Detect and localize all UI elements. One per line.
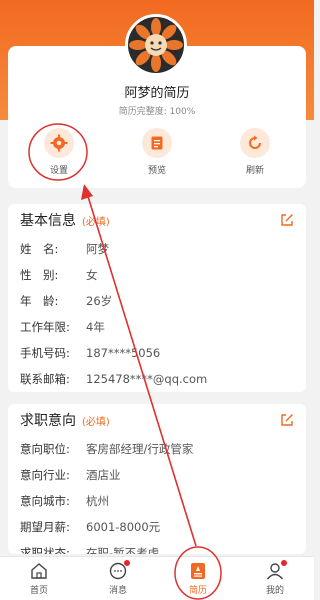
row-value: 客房部经理/行政管家 bbox=[86, 442, 194, 456]
basic-info-section: 基本信息 (必填) 姓 名: 阿梦 性 别: 女 年 龄: 26岁 工作年限: 4年 手… bbox=[8, 204, 306, 392]
edit-icon[interactable] bbox=[280, 413, 294, 427]
required-tag: (必填) bbox=[82, 416, 110, 428]
row-key: 意向城市: bbox=[20, 494, 70, 508]
action-row: 设置 预览 刷新 bbox=[8, 128, 306, 182]
tab-messages[interactable]: 消息 bbox=[88, 560, 148, 596]
settings-button[interactable]: 设置 bbox=[29, 128, 89, 176]
resume-completeness: 简历完整度: 100% bbox=[118, 107, 196, 117]
tab-label: 我的 bbox=[265, 586, 284, 596]
info-row-age: 年 龄: 26岁 bbox=[8, 288, 306, 314]
preview-button[interactable]: 预览 bbox=[127, 128, 187, 176]
row-value: 26岁 bbox=[86, 294, 113, 308]
info-row-phone: 手机号码: 187****5056 bbox=[8, 340, 306, 366]
intent-row-salary: 期望月薪: 6001-8000元 bbox=[8, 514, 306, 540]
tab-label: 消息 bbox=[108, 586, 127, 596]
edit-icon[interactable] bbox=[280, 213, 294, 227]
row-key: 年 龄: bbox=[20, 294, 59, 308]
tab-home[interactable]: 首页 bbox=[9, 561, 69, 596]
flower-avatar-icon bbox=[129, 18, 183, 72]
row-key: 姓 名: bbox=[20, 242, 59, 256]
section-title: 求职意向 bbox=[20, 413, 76, 429]
gear-icon bbox=[50, 134, 68, 152]
row-value: 杭州 bbox=[86, 494, 109, 508]
row-value: 女 bbox=[86, 268, 98, 282]
info-row-gender: 性 别: 女 bbox=[8, 262, 306, 288]
notification-dot bbox=[281, 560, 287, 566]
intent-row-status: 求职状态: 在职-暂不考虑 bbox=[8, 540, 306, 554]
info-row-name: 姓 名: 阿梦 bbox=[8, 236, 306, 262]
row-key: 期望月薪: bbox=[20, 520, 70, 534]
resume-icon bbox=[188, 561, 208, 581]
row-key: 手机号码: bbox=[20, 346, 70, 360]
refresh-icon bbox=[249, 135, 261, 149]
settings-icon-circle bbox=[44, 128, 74, 158]
intent-row-position: 意向职位: 客房部经理/行政管家 bbox=[8, 436, 306, 462]
row-value: 125478****@qq.com bbox=[86, 372, 208, 386]
job-intent-section: 求职意向 (必填) 意向职位: 客房部经理/行政管家 意向行业: 酒店业 意向城市:… bbox=[8, 404, 306, 554]
row-key: 性 别: bbox=[20, 268, 59, 282]
row-value: 6001-8000元 bbox=[86, 520, 161, 534]
job-intent-header: 求职意向 (必填) bbox=[8, 404, 306, 436]
row-key: 意向职位: bbox=[20, 442, 70, 456]
tab-mine[interactable]: 我的 bbox=[245, 560, 305, 596]
row-value: 阿梦 bbox=[86, 242, 109, 256]
row-key: 意向行业: bbox=[20, 468, 70, 482]
refresh-label: 刷新 bbox=[245, 166, 264, 176]
tab-resume[interactable]: 简历 bbox=[168, 561, 228, 596]
preview-label: 预览 bbox=[147, 166, 166, 176]
row-value: 在职-暂不考虑 bbox=[86, 546, 160, 554]
resume-name: 阿梦的简历 bbox=[124, 86, 190, 101]
intent-row-industry: 意向行业: 酒店业 bbox=[8, 462, 306, 488]
row-key: 求职状态: bbox=[20, 546, 70, 554]
preview-icon-circle bbox=[142, 128, 172, 158]
bottom-tab-bar: 首页 消息 简历 我的 bbox=[0, 556, 314, 600]
intent-row-city: 意向城市: 杭州 bbox=[8, 488, 306, 514]
home-icon bbox=[29, 561, 49, 581]
row-value: 4年 bbox=[86, 320, 105, 334]
info-row-email: 联系邮箱: 125478****@qq.com bbox=[8, 366, 306, 392]
required-tag: (必填) bbox=[82, 216, 110, 228]
tab-label: 简历 bbox=[188, 586, 207, 596]
row-value: 187****5056 bbox=[86, 346, 161, 360]
row-key: 联系邮箱: bbox=[20, 372, 70, 386]
settings-label: 设置 bbox=[49, 166, 68, 176]
message-icon bbox=[108, 560, 130, 581]
section-title: 基本信息 bbox=[20, 213, 76, 229]
refresh-icon-circle bbox=[240, 128, 270, 158]
row-value: 酒店业 bbox=[86, 468, 121, 482]
row-key: 工作年限: bbox=[20, 320, 70, 334]
notification-dot bbox=[124, 560, 130, 566]
tab-label: 首页 bbox=[29, 586, 48, 596]
user-icon bbox=[265, 560, 287, 581]
document-icon bbox=[151, 136, 163, 150]
avatar[interactable] bbox=[125, 14, 187, 76]
info-row-experience: 工作年限: 4年 bbox=[8, 314, 306, 340]
basic-info-header: 基本信息 (必填) bbox=[8, 204, 306, 236]
refresh-button[interactable]: 刷新 bbox=[225, 128, 285, 176]
